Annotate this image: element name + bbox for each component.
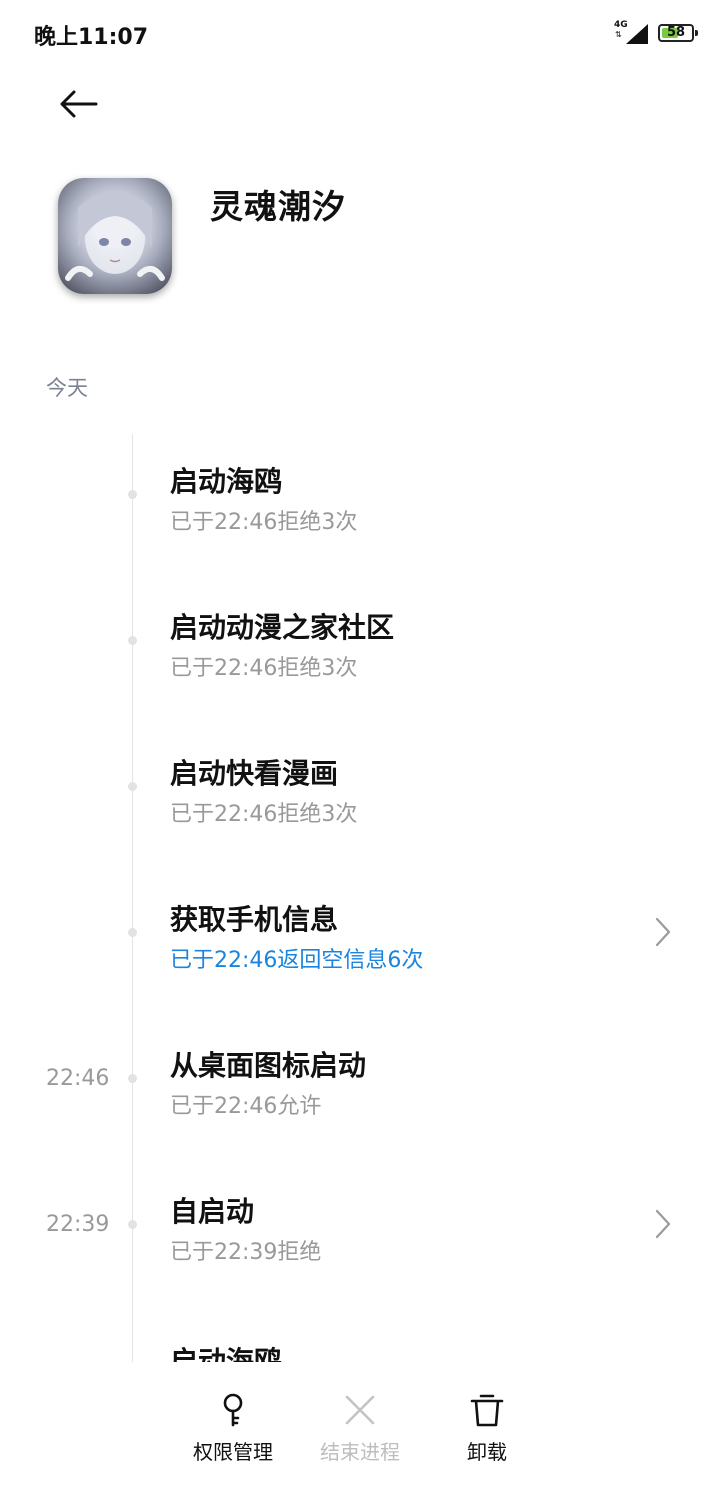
status-icons: 4G ⇅ 58 bbox=[614, 20, 698, 46]
section-header-today: 今天 bbox=[46, 376, 88, 400]
app-name: 灵魂潮汐 bbox=[210, 187, 346, 226]
end-process-label: 结束进程 bbox=[320, 1440, 400, 1464]
timeline-dot bbox=[128, 782, 137, 791]
uninstall-button[interactable]: 卸载 bbox=[427, 1390, 547, 1465]
status-time: 晚上11:07 bbox=[34, 25, 149, 50]
timeline-dot bbox=[128, 1074, 137, 1083]
entry-subtitle: 已于22:39拒绝 bbox=[170, 1240, 322, 1265]
entry-title: 从桌面图标启动 bbox=[170, 1049, 367, 1082]
entry-subtitle: 已于22:46拒绝3次 bbox=[170, 510, 358, 535]
entry-title: 启动海鸥 bbox=[170, 1345, 283, 1362]
chevron-right-icon bbox=[655, 1209, 671, 1239]
timeline-dot bbox=[128, 636, 137, 645]
battery-icon: 58 bbox=[658, 24, 698, 42]
timeline-entry: 启动快看漫画 已于22:46拒绝3次 bbox=[0, 726, 720, 836]
end-process-button[interactable]: 结束进程 bbox=[300, 1390, 420, 1465]
entry-subtitle: 已于22:46返回空信息6次 bbox=[170, 948, 424, 973]
chevron-right-icon bbox=[655, 917, 671, 947]
arrow-left-icon bbox=[60, 90, 98, 118]
permissions-label: 权限管理 bbox=[193, 1440, 273, 1464]
entry-title: 获取手机信息 bbox=[170, 903, 339, 936]
entry-subtitle: 已于22:46允许 bbox=[170, 1094, 322, 1119]
status-bar: 晚上11:07 4G ⇅ 58 bbox=[0, 0, 720, 68]
key-icon bbox=[223, 1393, 243, 1427]
entry-subtitle: 已于22:46拒绝3次 bbox=[170, 802, 358, 827]
entry-time: 22:46 bbox=[46, 1066, 110, 1091]
timeline-dot bbox=[128, 1220, 137, 1229]
entry-title: 启动海鸥 bbox=[170, 465, 283, 498]
timeline-entry-autostart[interactable]: 22:39 自启动 已于22:39拒绝 bbox=[0, 1164, 720, 1274]
battery-level: 58 bbox=[666, 25, 686, 40]
timeline-dot bbox=[128, 928, 137, 937]
timeline-dot bbox=[128, 490, 137, 499]
timeline-entry: 启动动漫之家社区 已于22:46拒绝3次 bbox=[0, 580, 720, 690]
cellular-signal-icon: 4G ⇅ bbox=[614, 20, 648, 46]
permissions-button[interactable]: 权限管理 bbox=[173, 1390, 293, 1465]
app-icon bbox=[58, 178, 172, 294]
app-icon-artwork bbox=[65, 191, 165, 281]
uninstall-label: 卸载 bbox=[467, 1440, 507, 1464]
entry-title: 启动动漫之家社区 bbox=[170, 611, 395, 644]
entry-subtitle: 已于22:46拒绝3次 bbox=[170, 656, 358, 681]
bottom-action-bar: 权限管理 结束进程 卸载 bbox=[0, 1362, 720, 1499]
entry-title: 自启动 bbox=[170, 1195, 255, 1228]
data-arrows-icon: ⇅ bbox=[615, 30, 622, 39]
timeline-entry: 启动海鸥 已于22:46拒绝3次 bbox=[0, 434, 720, 544]
entry-time: 22:39 bbox=[46, 1212, 110, 1237]
back-button[interactable] bbox=[52, 82, 104, 126]
entry-title: 启动快看漫画 bbox=[170, 757, 339, 790]
trash-icon bbox=[470, 1394, 504, 1427]
timeline-entry-partial: 启动海鸥 bbox=[0, 1340, 720, 1362]
signal-bars-icon bbox=[626, 24, 648, 44]
timeline-entry-phone-info[interactable]: 获取手机信息 已于22:46返回空信息6次 bbox=[0, 872, 720, 982]
timeline-entry: 22:46 从桌面图标启动 已于22:46允许 bbox=[0, 1018, 720, 1128]
battery-tip bbox=[695, 30, 698, 36]
close-icon bbox=[345, 1395, 375, 1425]
